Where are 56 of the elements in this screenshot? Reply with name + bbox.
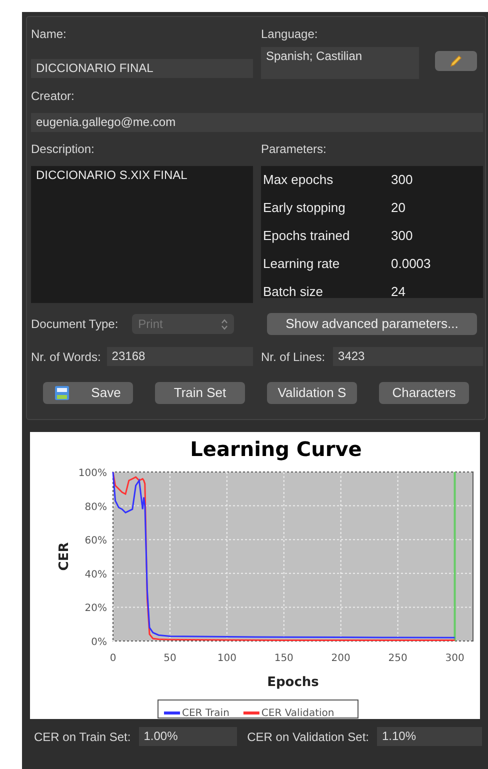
result-field[interactable]: 1.00%: [138, 727, 238, 746]
lines-field[interactable]: 3423: [333, 347, 483, 366]
document-type-label: Document Type:: [31, 316, 118, 333]
toolbar-button[interactable]: Validation S: [267, 382, 357, 404]
y-tick-label: 0%: [91, 637, 107, 648]
x-tick-label: 50: [164, 653, 176, 664]
creator-field[interactable]: eugenia.gallego@me.com: [31, 113, 483, 132]
lines-label: Nr. of Lines:: [261, 348, 326, 366]
x-axis-label: Epochs: [267, 675, 319, 690]
parameters-label: Parameters:: [261, 141, 328, 158]
chevron-icon: [221, 318, 228, 330]
chart-title: Learning Curve: [190, 437, 362, 461]
parameter-name: Early stopping: [263, 199, 346, 217]
description-label: Description:: [31, 141, 96, 158]
words-label: Nr. of Words:: [31, 348, 101, 366]
x-tick-label: 0: [110, 653, 116, 664]
result-field[interactable]: 1.10%: [377, 727, 482, 746]
parameter-value: 300: [391, 171, 413, 189]
description-field[interactable]: DICCIONARIO S.XIX FINAL: [31, 166, 253, 303]
creator-label: Creator:: [31, 88, 76, 105]
parameter-name: Epochs trained: [263, 227, 351, 245]
y-axis-label: CER: [57, 542, 72, 571]
legend-label: CER Train: [182, 708, 230, 719]
language-label: Language:: [261, 26, 319, 43]
result-label: CER on Train Set:: [34, 728, 131, 746]
parameter-name: Learning rate: [263, 255, 341, 273]
parameter-name: Max epochs: [263, 171, 334, 189]
toolbar-button[interactable]: Train Set: [155, 382, 245, 404]
y-tick-label: 100%: [78, 468, 107, 479]
x-tick-label: 300: [445, 653, 464, 664]
language-field[interactable]: Spanish; Castilian: [261, 47, 419, 79]
parameter-value: 300: [391, 227, 413, 245]
legend-swatch: [243, 712, 260, 714]
x-tick-label: 150: [274, 653, 294, 664]
legend-swatch: [164, 712, 180, 714]
words-field[interactable]: 23168: [106, 347, 253, 366]
y-tick-label: 80%: [84, 502, 107, 513]
toolbar-button[interactable]: Characters: [379, 382, 469, 404]
result-label: CER on Validation Set:: [247, 728, 369, 746]
name-label: Name:: [31, 26, 68, 43]
y-tick-label: 40%: [84, 569, 107, 580]
parameter-value: 20: [391, 199, 406, 217]
x-tick-label: 250: [388, 653, 408, 664]
parameter-value: 24: [391, 283, 406, 298]
x-tick-label: 100: [217, 653, 236, 664]
save-button[interactable]: Save: [43, 382, 133, 404]
advanced-parameters-button[interactable]: Show advanced parameters...: [267, 313, 477, 335]
parameter-name: Batch size: [263, 283, 324, 298]
y-tick-label: 20%: [84, 603, 107, 614]
legend-label: CER Validation: [261, 708, 334, 719]
x-tick-label: 200: [331, 653, 350, 664]
name-field[interactable]: DICCIONARIO FINAL: [31, 59, 253, 78]
pencil-icon: [449, 54, 463, 68]
edit-button[interactable]: [435, 51, 477, 71]
y-tick-label: 60%: [84, 536, 107, 547]
parameter-value: 0.0003: [391, 255, 431, 273]
